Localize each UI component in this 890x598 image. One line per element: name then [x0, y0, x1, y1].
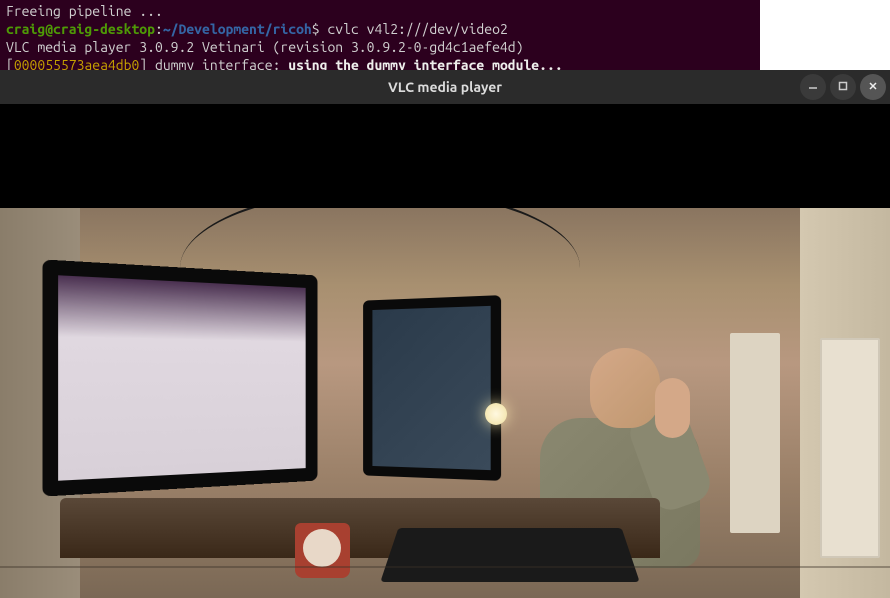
scene-mic-boom	[180, 208, 580, 268]
terminal-text: Freeing pipeline ...	[6, 3, 163, 19]
scene-monitor-right	[363, 295, 501, 481]
scene-keyboard	[380, 528, 639, 582]
maximize-button[interactable]	[830, 74, 856, 100]
terminal-user-host: craig@craig-desktop	[6, 21, 155, 37]
maximize-icon	[838, 81, 848, 94]
terminal-colon: :	[155, 21, 163, 37]
scene-floor-line	[0, 566, 890, 568]
scene-lamp	[485, 403, 507, 463]
video-frame-360	[0, 208, 890, 598]
window-controls	[800, 74, 886, 100]
close-button[interactable]	[860, 74, 886, 100]
terminal-text: VLC media player 3.0.9.2 Vetinari (revis…	[6, 39, 523, 55]
terminal-sigil: $	[312, 21, 328, 37]
scene-monitor-left	[42, 259, 317, 496]
terminal-prompt-line: craig@craig-desktop:~/Development/ricoh$…	[6, 20, 754, 38]
window-title: VLC media player	[388, 79, 502, 95]
terminal-path: ~/Development/ricoh	[163, 21, 312, 37]
minimize-icon	[808, 81, 818, 94]
window-titlebar[interactable]: VLC media player	[0, 70, 890, 104]
terminal-window[interactable]: Freeing pipeline ... craig@craig-desktop…	[0, 0, 760, 70]
terminal-output-line: VLC media player 3.0.9.2 Vetinari (revis…	[6, 38, 754, 56]
terminal-command: cvlc v4l2:///dev/video2	[327, 21, 507, 37]
scene-thumbs-up	[655, 378, 690, 438]
scene-door	[820, 338, 880, 558]
minimize-button[interactable]	[800, 74, 826, 100]
scene-mug	[295, 523, 350, 578]
vlc-player-window: VLC media player	[0, 70, 890, 598]
video-canvas[interactable]	[0, 104, 890, 598]
close-icon	[868, 81, 878, 94]
terminal-output-line: Freeing pipeline ...	[6, 2, 754, 20]
scene-monitors	[50, 268, 470, 528]
